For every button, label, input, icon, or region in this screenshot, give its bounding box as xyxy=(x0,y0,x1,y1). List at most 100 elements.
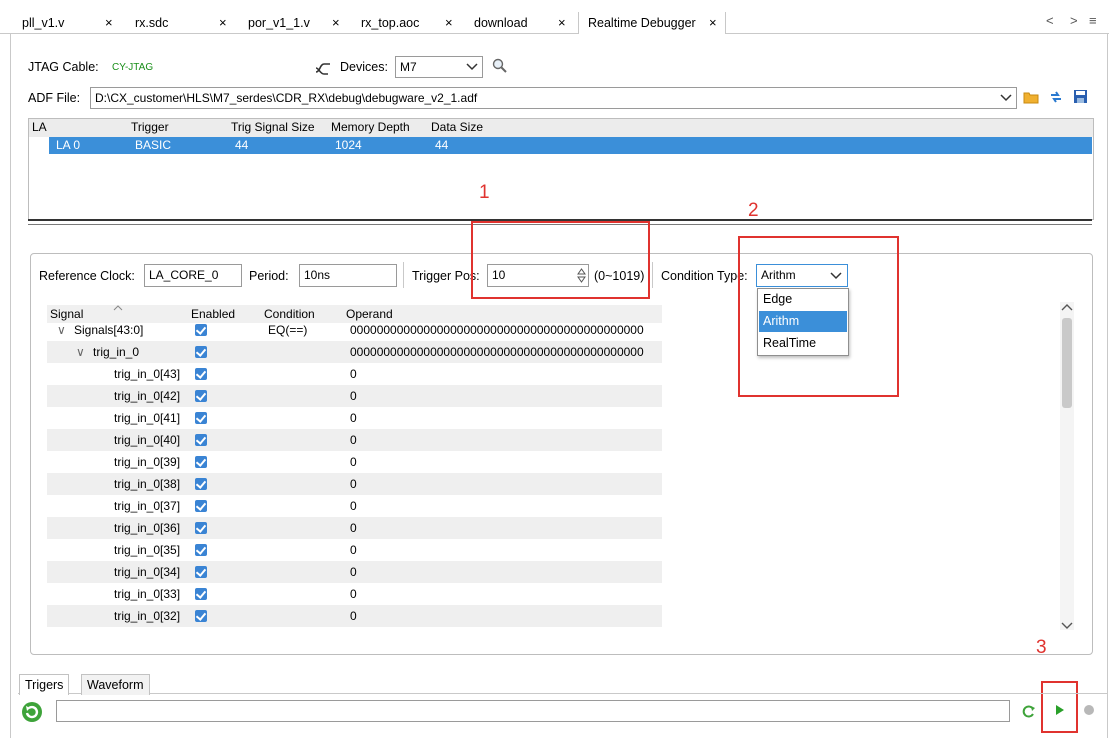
reload-icon[interactable] xyxy=(1022,704,1036,718)
table-row[interactable]: LA 0 BASIC 44 1024 44 xyxy=(49,137,1092,154)
la-table: LA Trigger Trig Signal Size Memory Depth… xyxy=(28,118,1094,220)
tab-menu-icon[interactable]: ≡ xyxy=(1089,13,1097,28)
tab-pll-v1[interactable]: pll_v1.v × xyxy=(22,12,122,34)
la-cell-trig-signal-size: 44 xyxy=(235,138,249,152)
signal-name: trig_in_0[33] xyxy=(114,587,181,601)
close-icon[interactable]: × xyxy=(105,12,113,34)
operand-cell[interactable]: 0 xyxy=(350,367,357,381)
operand-cell[interactable]: 0 xyxy=(350,609,357,623)
status-indicator-icon xyxy=(1084,705,1094,715)
table-row[interactable]: trig_in_0[39] 0 xyxy=(47,451,662,473)
reference-clock-field[interactable]: LA_CORE_0 xyxy=(144,264,242,287)
adf-file-select[interactable]: D:\CX_customer\HLS\M7_serdes\CDR_RX\debu… xyxy=(90,87,1017,109)
enabled-checkbox[interactable] xyxy=(195,566,207,578)
tab-download[interactable]: download × xyxy=(474,12,574,34)
enabled-checkbox[interactable] xyxy=(195,346,207,358)
tab-trigers[interactable]: Trigers xyxy=(19,674,70,695)
tab-label: rx.sdc xyxy=(135,16,169,30)
operand-cell[interactable]: 0000000000000000000000000000000000000000… xyxy=(350,345,644,359)
enabled-checkbox[interactable] xyxy=(195,588,207,600)
operand-cell[interactable]: 0 xyxy=(350,587,357,601)
tab-por-v1-1[interactable]: por_v1_1.v × xyxy=(248,12,348,34)
devices-select[interactable]: M7 xyxy=(395,56,483,78)
collapse-icon[interactable]: ∨ xyxy=(57,323,66,337)
operand-cell[interactable]: 0 xyxy=(350,389,357,403)
la-col-data-size[interactable]: Data Size xyxy=(431,120,483,134)
magnifier-icon[interactable] xyxy=(492,58,508,74)
collapse-icon[interactable]: ∨ xyxy=(76,345,85,359)
signal-name: trig_in_0[34] xyxy=(114,565,181,579)
tab-label: pll_v1.v xyxy=(22,16,65,30)
enabled-checkbox[interactable] xyxy=(195,412,207,424)
operand-cell[interactable]: 0 xyxy=(350,521,357,535)
devices-value: M7 xyxy=(400,60,417,74)
tab-realtime-debugger[interactable]: Realtime Debugger × xyxy=(578,12,726,34)
table-row[interactable]: trig_in_0[37] 0 xyxy=(47,495,662,517)
enabled-checkbox[interactable] xyxy=(195,500,207,512)
scroll-up-icon[interactable] xyxy=(1061,303,1073,311)
table-row[interactable]: ∨ Signals[43:0] EQ(==) 00000000000000000… xyxy=(47,319,662,341)
operand-cell[interactable]: 0 xyxy=(350,543,357,557)
scroll-down-icon[interactable] xyxy=(1061,622,1073,630)
la-col-memory-depth[interactable]: Memory Depth xyxy=(331,120,410,134)
scrollbar-thumb[interactable] xyxy=(1062,318,1072,408)
enabled-checkbox[interactable] xyxy=(195,478,207,490)
la-col-trig-signal-size[interactable]: Trig Signal Size xyxy=(231,120,315,134)
operand-cell[interactable]: 0 xyxy=(350,433,357,447)
save-icon[interactable] xyxy=(1073,89,1088,104)
table-row[interactable]: trig_in_0[38] 0 xyxy=(47,473,662,495)
table-row[interactable]: trig_in_0[32] 0 xyxy=(47,605,662,627)
enabled-checkbox[interactable] xyxy=(195,610,207,622)
table-row[interactable]: trig_in_0[33] 0 xyxy=(47,583,662,605)
table-row[interactable]: trig_in_0[34] 0 xyxy=(47,561,662,583)
command-input[interactable] xyxy=(56,700,1010,722)
jtag-cable-label: JTAG Cable: xyxy=(28,60,99,74)
enabled-checkbox[interactable] xyxy=(195,324,207,336)
period-field[interactable]: 10ns xyxy=(299,264,397,287)
la-col-trigger[interactable]: Trigger xyxy=(131,120,169,134)
tab-rx-sdc[interactable]: rx.sdc × xyxy=(135,12,235,34)
open-folder-icon[interactable] xyxy=(1023,90,1039,104)
enabled-checkbox[interactable] xyxy=(195,456,207,468)
close-icon[interactable]: × xyxy=(445,12,453,34)
tab-rx-top-aoc[interactable]: rx_top.aoc × xyxy=(361,12,461,34)
enabled-checkbox[interactable] xyxy=(195,522,207,534)
enabled-checkbox[interactable] xyxy=(195,368,207,380)
operand-cell[interactable]: 0 xyxy=(350,477,357,491)
la-col-la[interactable]: LA xyxy=(32,120,47,134)
tab-waveform[interactable]: Waveform xyxy=(81,674,150,695)
tab-scroll-right-icon[interactable]: > xyxy=(1070,13,1078,28)
tab-label: rx_top.aoc xyxy=(361,16,420,30)
table-row[interactable]: trig_in_0[42] 0 xyxy=(47,385,662,407)
operand-cell[interactable]: 0 xyxy=(350,411,357,425)
refresh-icon[interactable] xyxy=(1048,89,1064,105)
run-play-icon[interactable] xyxy=(1054,703,1066,717)
tab-scroll-left-icon[interactable]: < xyxy=(1046,13,1054,28)
adf-file-path: D:\CX_customer\HLS\M7_serdes\CDR_RX\debu… xyxy=(95,91,478,105)
tab-label: download xyxy=(474,16,528,30)
auto-refresh-icon[interactable] xyxy=(20,700,44,724)
trigger-pos-label: Trigger Pos: xyxy=(412,269,480,283)
close-icon[interactable]: × xyxy=(332,12,340,34)
table-row[interactable]: trig_in_0[43] 0 xyxy=(47,363,662,385)
enabled-checkbox[interactable] xyxy=(195,544,207,556)
operand-cell[interactable]: 0 xyxy=(350,565,357,579)
signal-name: trig_in_0[36] xyxy=(114,521,181,535)
enabled-checkbox[interactable] xyxy=(195,390,207,402)
close-icon[interactable]: × xyxy=(558,12,566,34)
table-row[interactable]: trig_in_0[35] 0 xyxy=(47,539,662,561)
signal-table: Signal Enabled Condition Operand ∨ Signa… xyxy=(47,305,1075,630)
close-icon[interactable]: × xyxy=(709,12,717,34)
enabled-checkbox[interactable] xyxy=(195,434,207,446)
table-row[interactable]: trig_in_0[40] 0 xyxy=(47,429,662,451)
condition-cell[interactable]: EQ(==) xyxy=(268,323,307,337)
table-row[interactable]: ∨ trig_in_0 0000000000000000000000000000… xyxy=(47,341,662,363)
operand-cell[interactable]: 0 xyxy=(350,499,357,513)
table-row[interactable]: trig_in_0[36] 0 xyxy=(47,517,662,539)
table-row[interactable]: trig_in_0[41] 0 xyxy=(47,407,662,429)
operand-cell[interactable]: 0 xyxy=(350,455,357,469)
operand-cell[interactable]: 0000000000000000000000000000000000000000… xyxy=(350,323,644,337)
close-icon[interactable]: × xyxy=(219,12,227,34)
separator xyxy=(403,262,404,288)
tab-label: por_v1_1.v xyxy=(248,16,310,30)
